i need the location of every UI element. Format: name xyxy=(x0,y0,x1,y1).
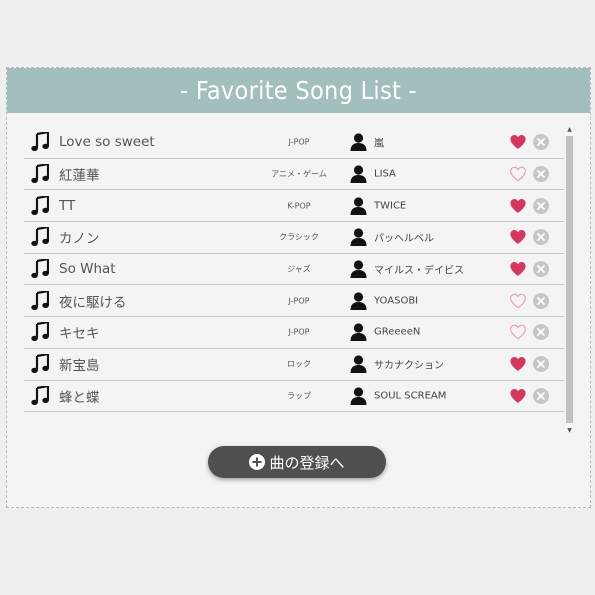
delete-circle-x-icon[interactable] xyxy=(533,229,549,246)
song-list: Love so sweet J-POP 嵐 紅蓮華 アニメ・ゲーム LISA T… xyxy=(24,127,564,413)
music-note-icon xyxy=(31,195,49,215)
heart-filled-icon[interactable] xyxy=(509,229,527,245)
song-row[interactable]: 紅蓮華 アニメ・ゲーム LISA xyxy=(24,159,564,191)
person-icon xyxy=(350,323,367,342)
page-title: - Favorite Song List - xyxy=(7,68,590,113)
song-row[interactable]: TT K-POP TWICE xyxy=(24,190,564,223)
song-genre: クラシック xyxy=(279,232,319,242)
heart-filled-icon[interactable] xyxy=(509,388,527,404)
delete-circle-x-icon[interactable] xyxy=(533,387,549,404)
song-row[interactable]: カノン クラシック パッヘルベル xyxy=(24,222,564,254)
song-genre: K-POP xyxy=(287,201,311,211)
person-icon xyxy=(350,133,367,152)
song-row[interactable]: 夜に駆ける J-POP YOASOBI xyxy=(24,285,564,318)
register-song-label: 曲の登録へ xyxy=(269,453,345,472)
song-title: Love so sweet xyxy=(59,134,155,151)
music-note-icon xyxy=(31,164,49,184)
scroll-up-arrow-icon[interactable]: ▲ xyxy=(565,125,574,135)
music-note-icon xyxy=(31,132,49,152)
song-title: 夜に駆ける xyxy=(59,294,127,311)
song-row[interactable]: キセキ J-POP GReeeeN xyxy=(24,317,564,349)
song-genre: J-POP xyxy=(288,327,310,337)
person-icon xyxy=(350,228,367,247)
song-artist: TWICE xyxy=(374,200,407,212)
song-row[interactable]: 新宝島 ロック サカナクション xyxy=(24,349,564,381)
song-row[interactable]: So What ジャズ マイルス・デイビス xyxy=(24,254,564,286)
song-row[interactable]: 蜂と蝶 ラップ SOUL SCREAM xyxy=(24,381,564,413)
song-genre: ロック xyxy=(287,359,311,369)
delete-circle-x-icon[interactable] xyxy=(533,166,549,183)
song-title: TT xyxy=(59,197,76,214)
song-title: キセキ xyxy=(59,326,100,343)
music-note-icon xyxy=(31,227,49,247)
song-artist: パッヘルベル xyxy=(374,233,434,245)
delete-circle-x-icon[interactable] xyxy=(533,134,549,151)
person-icon xyxy=(350,260,367,279)
person-icon xyxy=(350,387,367,405)
song-artist: 嵐 xyxy=(374,138,384,150)
person-icon xyxy=(350,292,367,310)
music-note-icon xyxy=(31,385,49,405)
song-title: カノン xyxy=(59,231,100,248)
song-genre: ラップ xyxy=(287,391,311,401)
song-genre: アニメ・ゲーム xyxy=(271,169,327,179)
heart-outline-icon[interactable] xyxy=(509,293,527,309)
song-artist: SOUL SCREAM xyxy=(374,390,447,402)
song-artist: LISA xyxy=(374,168,396,180)
song-genre: J-POP xyxy=(288,296,310,306)
scroll-down-arrow-icon[interactable]: ▼ xyxy=(565,426,574,436)
song-title: 蜂と蝶 xyxy=(59,389,100,406)
plus-circle-icon xyxy=(249,454,266,470)
song-row[interactable]: Love so sweet J-POP 嵐 xyxy=(24,127,564,159)
person-icon xyxy=(350,165,367,184)
music-note-icon xyxy=(31,354,49,374)
song-title: 紅蓮華 xyxy=(59,168,100,185)
delete-circle-x-icon[interactable] xyxy=(533,292,549,309)
delete-circle-x-icon[interactable] xyxy=(533,197,549,214)
person-icon xyxy=(350,197,367,215)
heart-filled-icon[interactable] xyxy=(509,261,527,277)
music-note-icon xyxy=(31,290,49,310)
song-artist: マイルス・デイビス xyxy=(374,265,464,277)
heart-filled-icon[interactable] xyxy=(509,356,527,372)
song-title: So What xyxy=(59,261,116,278)
song-artist: YOASOBI xyxy=(374,295,419,307)
delete-circle-x-icon[interactable] xyxy=(533,261,549,278)
heart-filled-icon[interactable] xyxy=(509,134,527,150)
scrollbar-thumb[interactable] xyxy=(566,136,573,423)
music-note-icon xyxy=(31,259,49,279)
song-title: 新宝島 xyxy=(59,358,100,375)
delete-circle-x-icon[interactable] xyxy=(533,324,549,341)
song-genre: J-POP xyxy=(288,137,310,147)
heart-filled-icon[interactable] xyxy=(509,198,527,214)
delete-circle-x-icon[interactable] xyxy=(533,356,549,373)
song-genre: ジャズ xyxy=(287,264,311,274)
register-song-button[interactable]: 曲の登録へ xyxy=(208,446,386,478)
music-note-icon xyxy=(31,322,49,342)
song-artist: サカナクション xyxy=(374,360,444,372)
song-artist: GReeeeN xyxy=(374,326,421,338)
person-icon xyxy=(350,355,367,374)
heart-outline-icon[interactable] xyxy=(509,166,527,182)
scrollbar[interactable]: ▲ ▼ xyxy=(565,125,574,436)
heart-outline-icon[interactable] xyxy=(509,324,527,340)
